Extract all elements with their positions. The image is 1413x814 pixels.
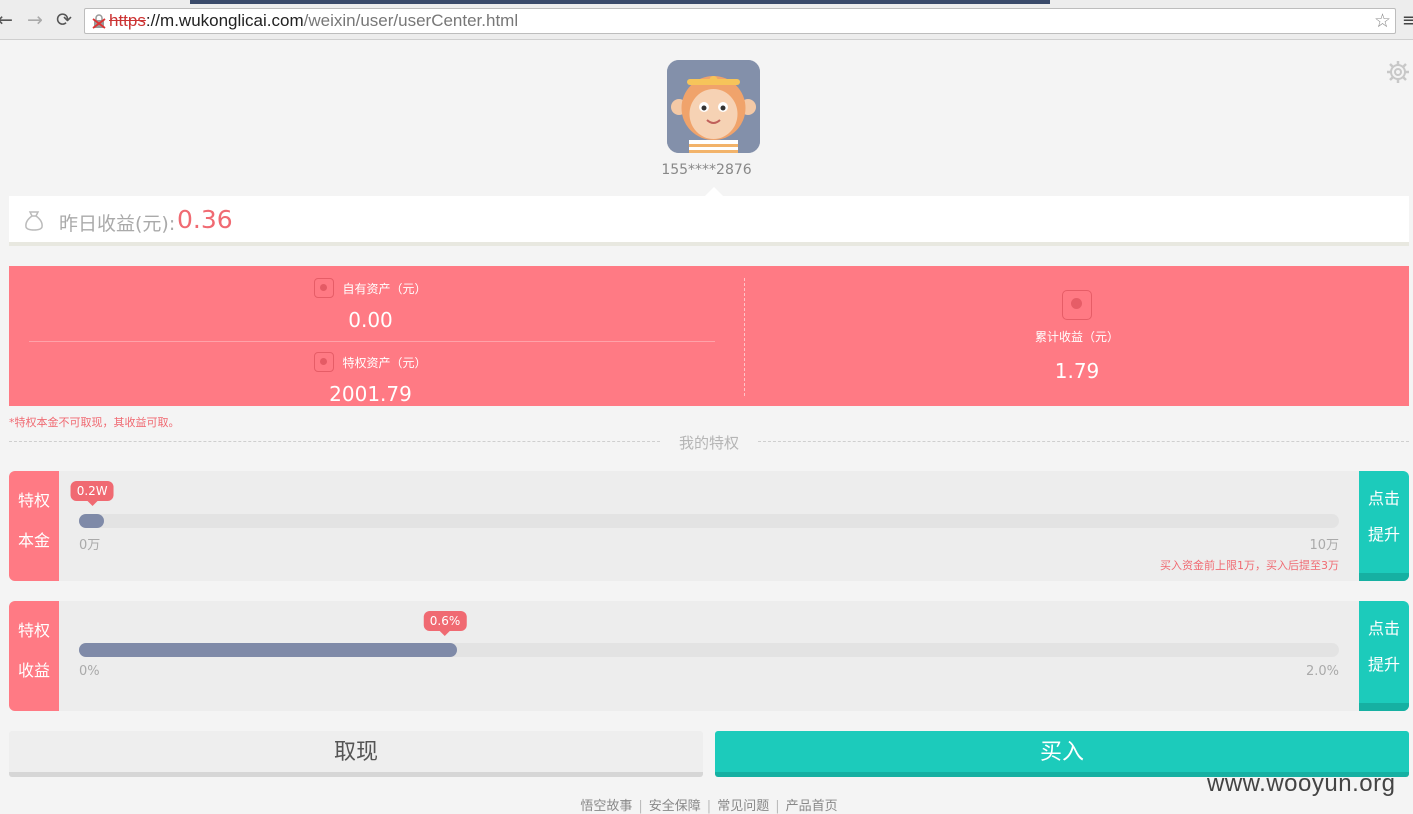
principal-limit-note: 买入资金前上限1万，买入后提至3万 [1160, 559, 1339, 572]
url-path: /weixin/user/userCenter.html [303, 11, 519, 30]
principal-max-label: 10万 [1309, 538, 1339, 553]
yesterday-earnings-label: 昨日收益(元): [59, 213, 176, 235]
total-earnings-value: 1.79 [1054, 359, 1100, 383]
watermark: www.wooyun.org [1207, 770, 1396, 797]
settings-gear-icon[interactable] [1386, 60, 1410, 84]
boost-principal-button[interactable]: 点击 提升 [1359, 471, 1409, 581]
yield-value-bubble: 0.6% [423, 611, 467, 636]
footer-links: 悟空故事 | 安全保障 | 常见问题 | 产品首页 [580, 799, 838, 814]
user-phone: 155****2876 [661, 162, 752, 178]
privilege-assets-label: 特权资产（元） [342, 355, 427, 370]
monkey-avatar-icon [667, 60, 760, 153]
yesterday-earnings-value: 0.36 [177, 205, 233, 234]
yield-max-label: 2.0% [1305, 664, 1339, 679]
yield-min-label: 0% [79, 664, 100, 679]
footer-link-security[interactable]: 安全保障 [649, 799, 701, 814]
url-scheme: https [109, 11, 146, 30]
coins-icon [1062, 290, 1092, 320]
tab-strip [190, 0, 1050, 4]
wallet-icon [314, 278, 335, 298]
url-text: https://m.wukonglicai.com/weixin/user/us… [109, 11, 518, 31]
own-assets: 自有资产（元） 0.00 [9, 278, 732, 332]
yield-progress-fill [79, 643, 457, 657]
shield-icon [314, 352, 335, 372]
menu-icon[interactable]: ≡ [1402, 10, 1413, 31]
principal-progress-track [79, 514, 1339, 528]
privilege-note: *特权本金不可取现，其收益可取。 [9, 416, 180, 429]
total-earnings-label: 累计收益（元） [1034, 330, 1119, 344]
back-arrow-icon[interactable]: ← [0, 9, 16, 31]
total-earnings: 累计收益（元） 1.79 [745, 290, 1409, 383]
privilege-assets: 特权资产（元） 2001.79 [9, 352, 732, 406]
forward-arrow-icon[interactable]: → [24, 9, 46, 31]
url-host: ://m.wukonglicai.com [145, 11, 304, 30]
section-title: 我的特权 [678, 434, 739, 452]
money-bag-icon [25, 211, 43, 231]
principal-value-bubble: 0.2W [70, 481, 114, 506]
address-bar[interactable]: https://m.wukonglicai.com/weixin/user/us… [84, 8, 1396, 34]
footer-link-home[interactable]: 产品首页 [786, 799, 838, 814]
privilege-yield-row: 特权 收益 0.6% 0% 2.0% 点击 提升 [9, 601, 1409, 711]
principal-progress-fill [79, 514, 105, 528]
footer-link-story[interactable]: 悟空故事 [580, 799, 632, 814]
privilege-assets-value: 2001.79 [329, 382, 412, 406]
broken-lock-icon [92, 14, 106, 29]
own-assets-value: 0.00 [348, 308, 393, 332]
reload-icon[interactable]: ⟳ [53, 9, 75, 31]
privilege-principal-row: 特权 本金 0.2W 0万 10万 买入资金前上限1万，买入后提至3万 点击 提… [9, 471, 1409, 581]
yield-progress-track [79, 643, 1339, 657]
avatar[interactable] [667, 60, 760, 153]
privilege-yield-tag: 特权 收益 [9, 601, 59, 711]
withdraw-button[interactable]: 取现 [9, 731, 703, 777]
asset-summary-panel: 自有资产（元） 0.00 特权资产（元） 2001.79 累计收益（元） 1.7… [9, 266, 1409, 406]
boost-yield-button[interactable]: 点击 提升 [1359, 601, 1409, 711]
browser-toolbar: ← → ⟳ https://m.wukonglicai.com/weixin/u… [0, 0, 1413, 40]
bookmark-star-icon[interactable]: ☆ [1374, 10, 1391, 32]
principal-min-label: 0万 [79, 538, 101, 553]
footer-link-faq[interactable]: 常见问题 [717, 799, 769, 814]
own-assets-label: 自有资产（元） [342, 281, 427, 296]
privilege-principal-tag: 特权 本金 [9, 471, 59, 581]
yesterday-earnings-card: 昨日收益(元): 0.36 [9, 196, 1409, 246]
divider [29, 341, 715, 342]
